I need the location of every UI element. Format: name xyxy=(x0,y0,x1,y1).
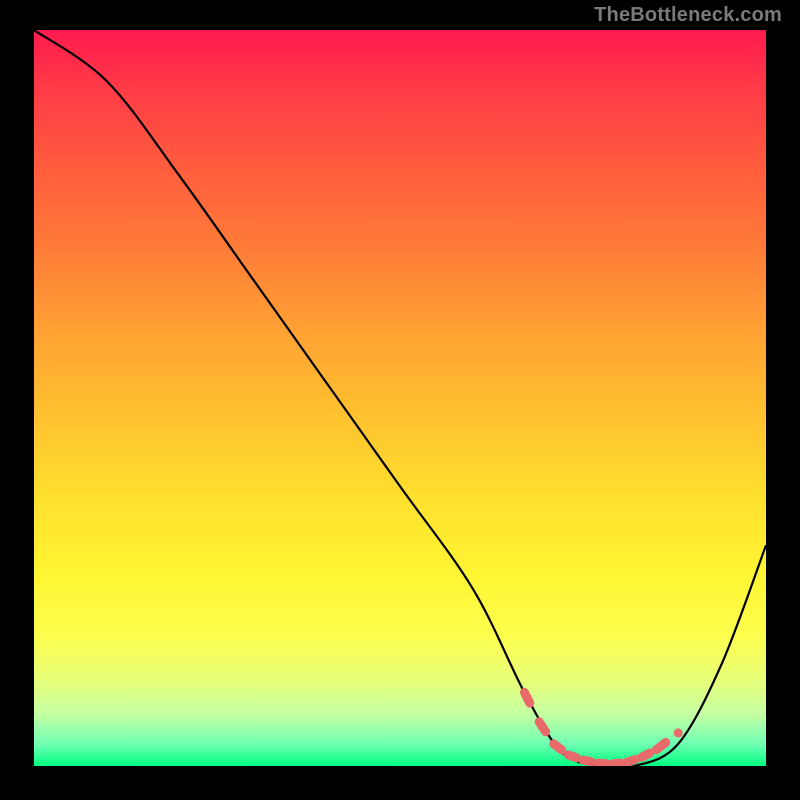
optimal-marker xyxy=(554,744,562,750)
optimal-marker xyxy=(583,760,591,762)
optimal-marker xyxy=(642,753,650,757)
optimal-marker xyxy=(674,728,683,737)
optimal-marker xyxy=(568,755,576,758)
optimal-marker xyxy=(656,743,666,750)
optimal-range-markers xyxy=(524,692,682,763)
optimal-marker xyxy=(524,692,529,703)
optimal-marker xyxy=(539,722,546,732)
optimal-marker xyxy=(612,763,620,764)
attribution-text: TheBottleneck.com xyxy=(594,4,782,27)
chart-plot-area xyxy=(34,30,766,766)
optimal-marker xyxy=(627,760,635,763)
bottleneck-curve-line xyxy=(34,30,766,766)
chart-svg xyxy=(34,30,766,766)
